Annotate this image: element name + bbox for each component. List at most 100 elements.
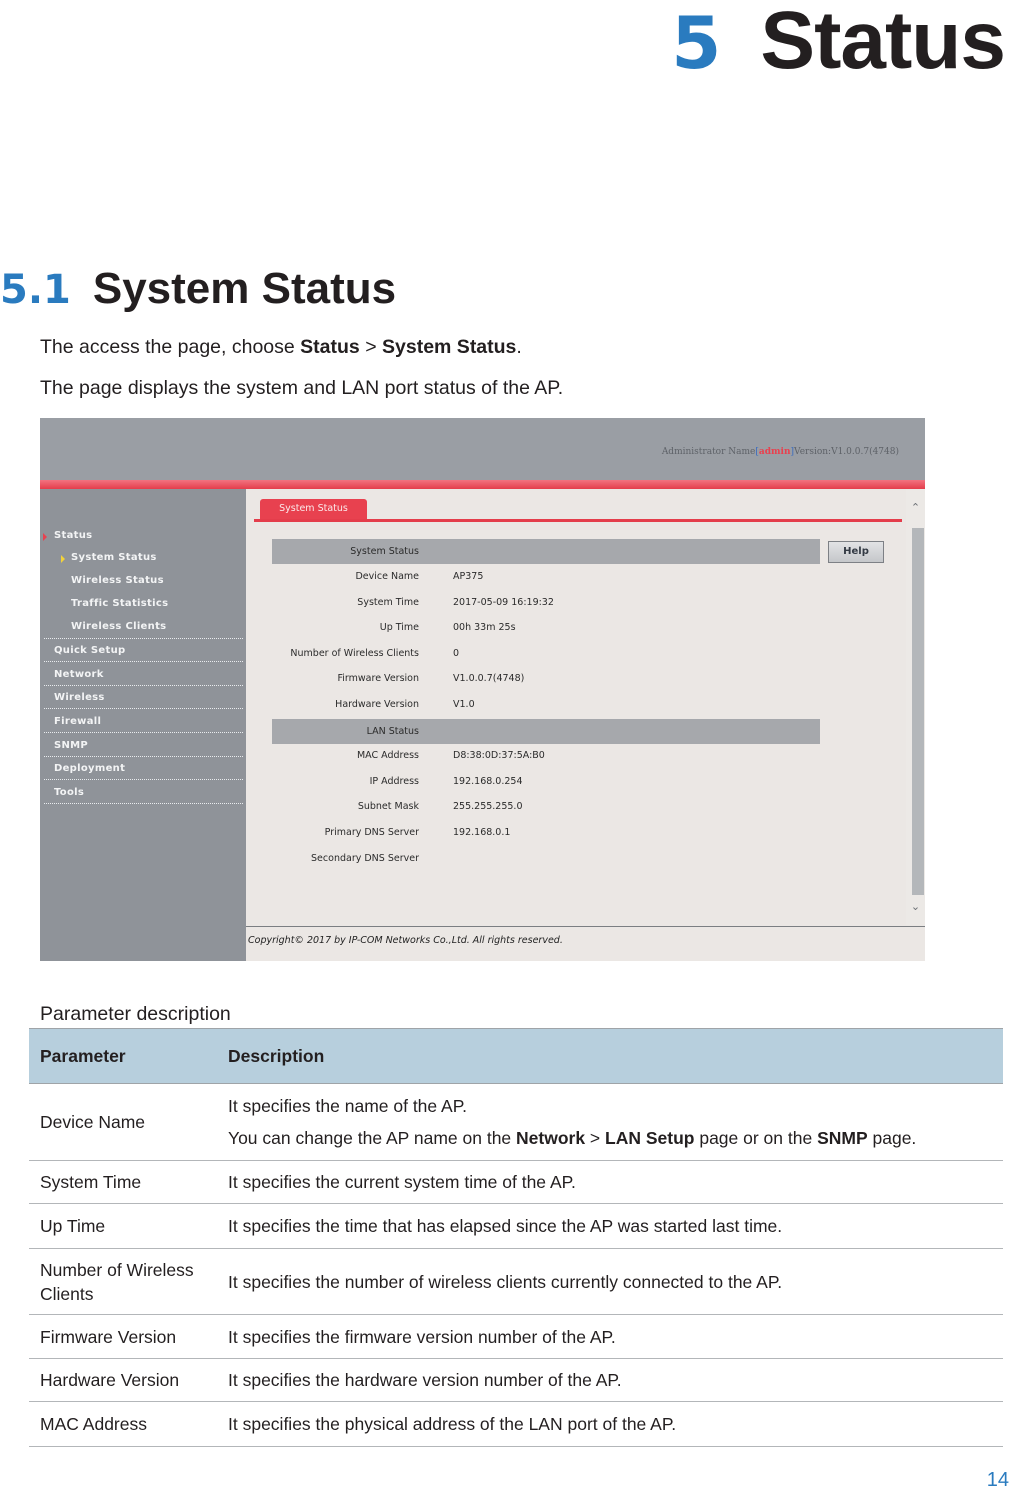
row-label: Device Name [355, 571, 419, 582]
system-status-section-bar: System Status [272, 539, 820, 564]
desc-separator: > [585, 1128, 606, 1148]
info-row-primary-dns: Primary DNS Server 192.168.0.1 [272, 827, 820, 847]
header-parameter: Parameter [29, 1028, 217, 1084]
section-title-text: System Status [92, 264, 397, 313]
row-label: Firmware Version [337, 673, 420, 684]
info-row-firmware-version: Firmware Version V1.0.0.7(4748) [272, 673, 820, 693]
sidebar-item-snmp[interactable]: SNMP [44, 734, 243, 757]
menu-network: Network [516, 1128, 586, 1148]
param-cell: Up Time [29, 1203, 217, 1249]
row-label: MAC Address [356, 750, 419, 761]
param-cell: Firmware Version [29, 1314, 217, 1359]
sidebar-item-deployment[interactable]: Deployment [44, 757, 243, 780]
info-row-ip-address: IP Address 192.168.0.254 [272, 776, 820, 796]
row-value: D8:38:0D:37:5A:B0 [453, 750, 545, 761]
param-cell: System Time [29, 1160, 217, 1204]
copyright-text: Copyright© 2017 by IP-COM Networks Co.,L… [248, 935, 563, 946]
sidebar-subitem-system-status[interactable]: System Status [71, 552, 157, 563]
info-row-up-time: Up Time 00h 33m 25s [272, 622, 820, 642]
sidebar-item-quick-setup[interactable]: Quick Setup [44, 639, 243, 662]
section-title: 5.1 System Status [0, 264, 396, 314]
row-value: 00h 33m 25s [453, 622, 516, 633]
intro-period: . [516, 336, 522, 358]
system-status-screenshot: Administrator Name[admin]Version:V1.0.0.… [40, 418, 925, 961]
sidebar-item-firewall[interactable]: Firewall [44, 710, 243, 733]
param-cell: Number of Wireless Clients [29, 1248, 217, 1315]
scroll-down-arrow-icon[interactable]: ⌄ [908, 900, 923, 914]
info-row-wireless-clients: Number of Wireless Clients 0 [272, 648, 820, 668]
table-row: System Time It specifies the current sys… [29, 1160, 1003, 1204]
desc-cell: It specifies the firmware version number… [217, 1314, 1003, 1359]
web-ui-main: System Status System Status Help Device … [246, 489, 925, 927]
sidebar-subitem-traffic-statistics[interactable]: Traffic Statistics [71, 598, 168, 609]
row-label: Subnet Mask [357, 801, 419, 812]
scrollbar-thumb[interactable] [912, 528, 924, 895]
param-cell: MAC Address [29, 1401, 217, 1447]
param-cell: Hardware Version [29, 1358, 217, 1402]
web-ui-footer: Copyright© 2017 by IP-COM Networks Co.,L… [246, 927, 925, 961]
desc-line: It specifies the name of the AP. [228, 1096, 467, 1116]
sidebar-divider [44, 615, 243, 639]
header-red-bar [40, 480, 925, 489]
info-row-system-time: System Time 2017-05-09 16:19:32 [272, 597, 820, 617]
tab-system-status[interactable]: System Status [260, 499, 367, 519]
sidebar-item-status[interactable]: Status [54, 530, 92, 541]
scroll-up-arrow-icon[interactable]: ⌃ [908, 501, 923, 515]
version-label: Version:V1.0.0.7(4748) [794, 447, 899, 457]
desc-cell: It specifies the time that has elapsed s… [217, 1203, 1003, 1249]
table-row: Number of Wireless Clients It specifies … [29, 1248, 1003, 1315]
help-button[interactable]: Help [828, 541, 884, 563]
desc-text: You can change the AP name on the [228, 1128, 517, 1148]
sidebar-item-wireless[interactable]: Wireless [44, 686, 243, 709]
row-value: 255.255.255.0 [453, 801, 523, 812]
admin-name: admin [758, 447, 791, 457]
row-value: 0 [453, 648, 460, 659]
info-row-device-name: Device Name AP375 [272, 571, 820, 591]
row-label: Hardware Version [335, 699, 419, 710]
chapter-title-text: Status [760, 0, 1006, 86]
active-arrow-icon [43, 533, 47, 541]
desc-cell: It specifies the physical address of the… [217, 1401, 1003, 1447]
admin-label: Administrator Name [661, 447, 756, 457]
table-caption: Parameter description [40, 1003, 231, 1025]
info-row-secondary-dns: Secondary DNS Server [272, 853, 820, 873]
table-row: Firmware Version It specifies the firmwa… [29, 1314, 1003, 1359]
table-row: Up Time It specifies the time that has e… [29, 1203, 1003, 1249]
chapter-title: 5 Status [671, 0, 1006, 88]
menu-status: Status [300, 336, 360, 358]
section-number: 5.1 [0, 267, 71, 313]
desc-cell: It specifies the hardware version number… [217, 1358, 1003, 1402]
web-ui-sidebar: Status System Status Wireless Status Tra… [40, 489, 246, 961]
lan-status-section-title: LAN Status [366, 726, 419, 737]
system-status-section-title: System Status [350, 546, 419, 557]
desc-text: page. [867, 1128, 917, 1148]
row-label: Up Time [379, 622, 419, 633]
row-label: Number of Wireless Clients [290, 648, 419, 659]
table-row: MAC Address It specifies the physical ad… [29, 1401, 1003, 1447]
intro-line-1: The access the page, choose Status > Sys… [40, 336, 522, 359]
page-number: 14 [986, 1469, 1009, 1489]
menu-lan-setup: LAN Setup [605, 1128, 695, 1148]
parameter-table: Parameter Description Device Name It spe… [29, 1028, 1003, 1447]
lan-status-section-bar: LAN Status [272, 719, 820, 744]
desc-line: You can change the AP name on the Networ… [228, 1122, 1003, 1154]
desc-cell: It specifies the current system time of … [217, 1160, 1003, 1204]
row-value: V1.0.0.7(4748) [453, 673, 525, 684]
menu-snmp: SNMP [817, 1128, 868, 1148]
row-label: Primary DNS Server [324, 827, 419, 838]
sidebar-subitem-wireless-status[interactable]: Wireless Status [71, 575, 164, 586]
row-label: Secondary DNS Server [311, 853, 419, 864]
sidebar-item-network[interactable]: Network [44, 663, 243, 686]
row-value: 192.168.0.254 [453, 776, 523, 787]
desc-cell: It specifies the number of wireless clie… [217, 1248, 1003, 1315]
info-row-mac-address: MAC Address D8:38:0D:37:5A:B0 [272, 750, 820, 770]
desc-cell: It specifies the name of the AP. You can… [217, 1083, 1003, 1161]
row-value: 192.168.0.1 [453, 827, 511, 838]
active-sub-arrow-icon [61, 555, 65, 563]
tab-underline [254, 519, 902, 522]
sidebar-item-tools[interactable]: Tools [44, 781, 243, 804]
chapter-number: 5 [671, 1, 721, 85]
row-value: 2017-05-09 16:19:32 [453, 597, 554, 608]
intro-separator: > [359, 336, 383, 358]
table-header-row: Parameter Description [29, 1028, 1003, 1084]
